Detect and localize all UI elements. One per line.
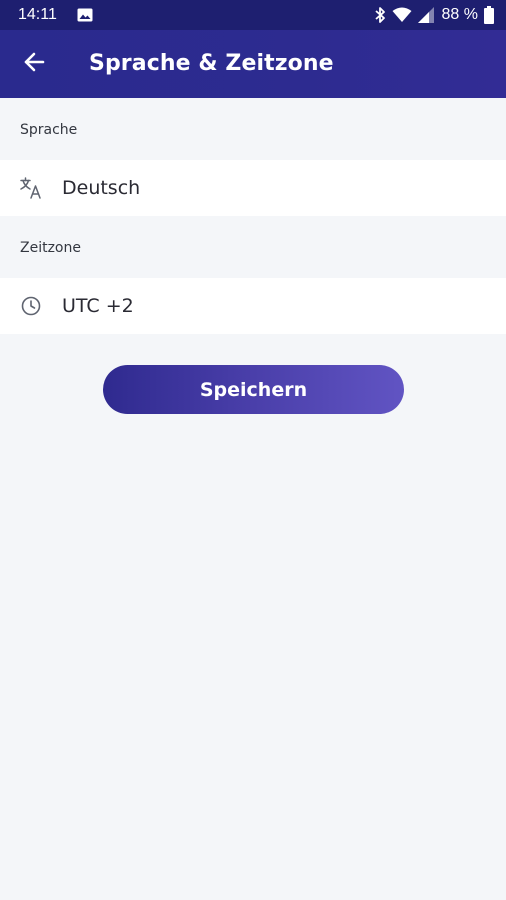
battery-percentage: 88 %: [441, 6, 478, 23]
back-button[interactable]: [14, 44, 54, 84]
timezone-section-label: Zeitzone: [20, 240, 81, 256]
translate-icon: [20, 177, 42, 199]
status-icons: 88 %: [374, 5, 494, 25]
signal-icon: [417, 7, 434, 23]
app-bar: Sprache & Zeitzone: [0, 30, 506, 98]
language-value: Deutsch: [62, 177, 141, 199]
save-button[interactable]: Speichern: [103, 365, 404, 414]
arrow-left-icon: [23, 51, 45, 78]
battery-icon: [484, 6, 494, 24]
image-icon: [77, 8, 93, 22]
language-row[interactable]: Deutsch: [0, 160, 506, 216]
wifi-icon: [392, 7, 412, 23]
bluetooth-icon: [374, 6, 386, 24]
status-bar: 14:11 88 %: [0, 0, 506, 30]
status-time: 14:11: [18, 6, 57, 23]
timezone-row[interactable]: UTC +2: [0, 278, 506, 334]
clock-icon: [20, 295, 42, 317]
page-title: Sprache & Zeitzone: [89, 51, 334, 76]
timezone-value: UTC +2: [62, 295, 134, 317]
language-section-label: Sprache: [20, 122, 78, 138]
